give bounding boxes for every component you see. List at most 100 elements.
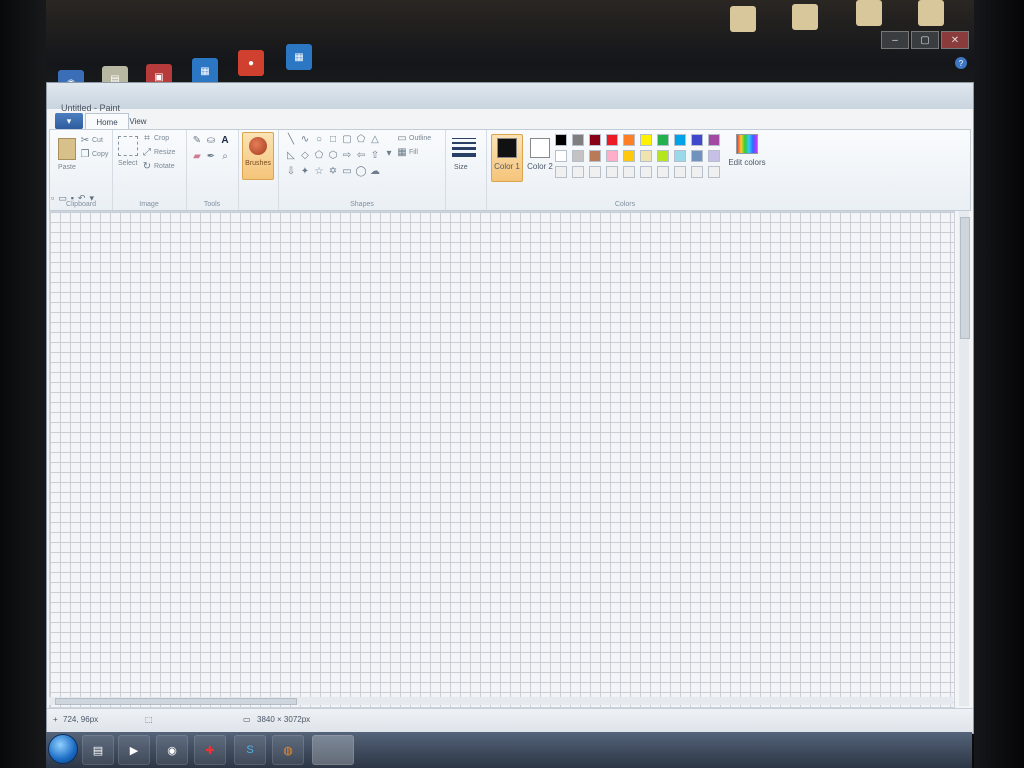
- copy-button[interactable]: Copy: [92, 151, 108, 158]
- palette-swatch[interactable]: [623, 134, 635, 146]
- color2-button[interactable]: Color 2: [524, 134, 556, 182]
- size-group[interactable]: Size: [444, 130, 487, 210]
- palette-swatch[interactable]: [640, 166, 652, 178]
- paste-button[interactable]: Paste: [58, 164, 76, 171]
- color-picker-icon[interactable]: ✒: [206, 152, 216, 162]
- brushes-button[interactable]: Brushes: [242, 132, 274, 180]
- four-point-star-shape-icon[interactable]: ✦: [299, 166, 311, 178]
- magnifier-icon[interactable]: ⌕: [220, 152, 230, 162]
- up-arrow-shape-icon[interactable]: ⇧: [369, 150, 381, 162]
- polygon-shape-icon[interactable]: ⬠: [355, 134, 367, 146]
- new-icon[interactable]: ▫: [51, 193, 54, 205]
- rounded-rectangle-shape-icon[interactable]: ▢: [341, 134, 353, 146]
- size-button[interactable]: Size: [454, 164, 468, 171]
- tab-view[interactable]: View: [117, 113, 159, 129]
- drawing-canvas[interactable]: [49, 211, 955, 708]
- firefox-icon[interactable]: ◍: [272, 735, 304, 765]
- palette-swatch[interactable]: [555, 134, 567, 146]
- help-icon[interactable]: ?: [955, 57, 967, 69]
- palette-swatch[interactable]: [640, 134, 652, 146]
- palette-swatch[interactable]: [572, 166, 584, 178]
- desktop-app-icon[interactable]: ▦: [192, 58, 218, 84]
- palette-swatch[interactable]: [657, 166, 669, 178]
- palette-swatch[interactable]: [555, 150, 567, 162]
- eraser-icon[interactable]: ▰: [192, 152, 202, 162]
- title-bar[interactable]: Untitled - Paint: [47, 83, 973, 113]
- palette-swatch[interactable]: [572, 150, 584, 162]
- diamond-shape-icon[interactable]: ◇: [299, 150, 311, 162]
- fill-icon[interactable]: ▦: [397, 148, 407, 158]
- callout-rectangle-shape-icon[interactable]: ▭: [341, 166, 353, 178]
- copy-icon[interactable]: ❐: [80, 150, 90, 160]
- desktop-app-icon[interactable]: ▦: [286, 44, 312, 70]
- start-button[interactable]: [48, 734, 78, 764]
- paint-icon[interactable]: [312, 735, 354, 765]
- palette-swatch[interactable]: [657, 134, 669, 146]
- palette-swatch[interactable]: [708, 134, 720, 146]
- desktop-app-icon[interactable]: ●: [238, 50, 264, 76]
- palette-swatch[interactable]: [623, 150, 635, 162]
- maximize-button[interactable]: ▢: [911, 31, 939, 49]
- palette-swatch[interactable]: [606, 150, 618, 162]
- resize-button[interactable]: Resize: [154, 149, 175, 156]
- palette-swatch[interactable]: [691, 166, 703, 178]
- skype-icon[interactable]: S: [234, 735, 266, 765]
- vertical-scrollbar[interactable]: [959, 211, 970, 706]
- palette-swatch[interactable]: [691, 134, 703, 146]
- left-arrow-shape-icon[interactable]: ⇦: [355, 150, 367, 162]
- triangle-shape-icon[interactable]: △: [369, 134, 381, 146]
- scroll-thumb[interactable]: [55, 698, 297, 705]
- pencil-icon[interactable]: ✎: [192, 136, 202, 146]
- palette-swatch[interactable]: [708, 150, 720, 162]
- media-player-icon[interactable]: ▶: [118, 735, 150, 765]
- scroll-thumb[interactable]: [960, 217, 970, 339]
- rectangle-shape-icon[interactable]: □: [327, 134, 339, 146]
- curve-shape-icon[interactable]: ∿: [299, 134, 311, 146]
- horizontal-scrollbar[interactable]: [49, 697, 953, 705]
- five-point-star-shape-icon[interactable]: ☆: [313, 166, 325, 178]
- callout-cloud-shape-icon[interactable]: ☁: [369, 166, 381, 178]
- palette-swatch[interactable]: [674, 150, 686, 162]
- edit-colors-button[interactable]: Edit colors: [728, 134, 766, 184]
- palette-swatch[interactable]: [674, 166, 686, 178]
- open-icon[interactable]: ▭: [58, 193, 67, 205]
- resize-icon[interactable]: ⤢: [142, 148, 152, 158]
- crop-icon[interactable]: ⌗: [142, 134, 152, 144]
- palette-swatch[interactable]: [640, 150, 652, 162]
- right-arrow-shape-icon[interactable]: ⇨: [341, 150, 353, 162]
- paste-icon[interactable]: [58, 138, 76, 160]
- acrobat-icon[interactable]: ✚: [194, 735, 226, 765]
- file-menu-button[interactable]: ▾: [55, 113, 83, 129]
- palette-swatch[interactable]: [691, 150, 703, 162]
- palette-swatch[interactable]: [623, 166, 635, 178]
- palette-swatch[interactable]: [572, 134, 584, 146]
- palette-swatch[interactable]: [674, 134, 686, 146]
- oval-shape-icon[interactable]: ○: [313, 134, 325, 146]
- undo-icon[interactable]: ↶: [78, 193, 86, 205]
- desktop-folder-icon[interactable]: [730, 6, 756, 32]
- crop-button[interactable]: Crop: [154, 135, 169, 142]
- save-icon[interactable]: ▪: [71, 193, 74, 205]
- palette-swatch[interactable]: [606, 166, 618, 178]
- shapes-scroll-icon[interactable]: ▾: [383, 148, 395, 160]
- palette-swatch[interactable]: [589, 134, 601, 146]
- palette-swatch[interactable]: [708, 166, 720, 178]
- chrome-icon[interactable]: ◉: [156, 735, 188, 765]
- right-triangle-shape-icon[interactable]: ◺: [285, 150, 297, 162]
- cut-button[interactable]: Cut: [92, 137, 103, 144]
- palette-swatch[interactable]: [657, 150, 669, 162]
- desktop-folder-icon[interactable]: [792, 4, 818, 30]
- select-button[interactable]: Select: [118, 160, 137, 167]
- hexagon-shape-icon[interactable]: ⬡: [327, 150, 339, 162]
- palette-swatch[interactable]: [589, 150, 601, 162]
- callout-oval-shape-icon[interactable]: ◯: [355, 166, 367, 178]
- explorer-icon[interactable]: ▤: [82, 735, 114, 765]
- palette-swatch[interactable]: [606, 134, 618, 146]
- six-point-star-shape-icon[interactable]: ✡: [327, 166, 339, 178]
- desktop-folder-icon[interactable]: [856, 0, 882, 26]
- select-icon[interactable]: [118, 136, 138, 156]
- rotate-icon[interactable]: ↻: [142, 162, 152, 172]
- palette-swatch[interactable]: [555, 166, 567, 178]
- down-arrow-shape-icon[interactable]: ⇩: [285, 166, 297, 178]
- fill-bucket-icon[interactable]: ⛀: [206, 136, 216, 146]
